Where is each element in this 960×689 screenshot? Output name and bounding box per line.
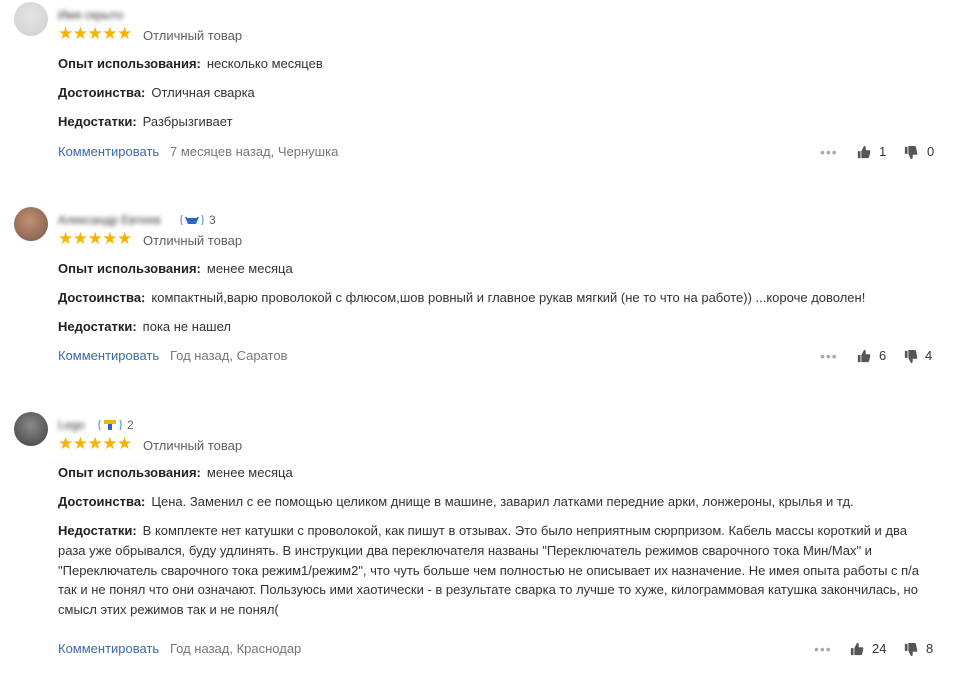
thumbs-down-icon[interactable] xyxy=(904,146,918,160)
thumbs-up-icon[interactable] xyxy=(857,349,871,363)
rating-label: Отличный товар xyxy=(143,233,243,248)
more-dots-icon[interactable]: ••• xyxy=(820,144,838,160)
usage-field: Опыт использования: менее месяца xyxy=(58,463,940,483)
usage-value: менее месяца xyxy=(206,261,293,276)
reviewer-level: 2 xyxy=(127,418,134,432)
pros-field: Достоинства: Отличная сварка xyxy=(58,83,940,103)
reviewer-level: 3 xyxy=(209,213,216,227)
review-card: Александр Евтеев 3 ★★★★★ Отличный товар … xyxy=(0,205,960,375)
like-count: 6 xyxy=(879,348,887,363)
rating-label: Отличный товар xyxy=(143,28,243,43)
pros-field: Достоинства: компактный,варю проволокой с… xyxy=(58,288,940,308)
review-footer: Комментировать Год назад, Краснодар ••• … xyxy=(58,641,940,659)
review-footer: Комментировать Год назад, Саратов ••• 6 … xyxy=(58,348,940,366)
usage-value: менее месяца xyxy=(206,465,293,480)
author-name[interactable]: Имя скрыто xyxy=(58,8,123,22)
cons-field: Недостатки: пока не нашел xyxy=(58,317,940,337)
cons-field: Недостатки: В комплекте нет катушки с про… xyxy=(58,521,920,620)
rating-stars: ★★★★★ xyxy=(58,229,132,248)
rating-stars: ★★★★★ xyxy=(58,434,132,453)
cons-label: Недостатки: xyxy=(58,114,137,129)
dislike-count: 4 xyxy=(925,348,933,363)
review-date-location: Год назад, Краснодар xyxy=(170,641,302,656)
avatar[interactable] xyxy=(14,207,48,241)
pros-value: компактный,варю проволокой с флюсом,шов … xyxy=(151,290,866,305)
pros-label: Достоинства: xyxy=(58,290,146,305)
thumbs-up-icon[interactable] xyxy=(857,145,871,159)
cons-value: Разбрызгивает xyxy=(142,114,233,129)
usage-label: Опыт использования: xyxy=(58,261,201,276)
more-dots-icon[interactable]: ••• xyxy=(814,641,832,657)
cons-field: Недостатки: Разбрызгивает xyxy=(58,112,940,132)
comment-button[interactable]: Комментировать xyxy=(58,348,159,363)
author-name[interactable]: Александр Евтеев xyxy=(58,213,161,227)
cons-label: Недостатки: xyxy=(58,319,137,334)
dislike-count: 8 xyxy=(926,641,934,656)
review-date-location: Год назад, Саратов xyxy=(170,348,288,363)
pros-label: Достоинства: xyxy=(58,85,146,100)
review-card: Имя скрыто ★★★★★ Отличный товар Опыт исп… xyxy=(0,0,960,170)
pros-value: Цена. Заменил с ее помощью целиком днище… xyxy=(151,494,854,509)
usage-label: Опыт использования: xyxy=(58,56,201,71)
cons-label: Недостатки: xyxy=(58,523,137,538)
author-name[interactable]: Lego xyxy=(58,418,85,432)
comment-button[interactable]: Комментировать xyxy=(58,641,159,656)
comment-button[interactable]: Комментировать xyxy=(58,144,159,159)
thumbs-down-icon[interactable] xyxy=(904,350,918,364)
like-count: 24 xyxy=(872,641,887,656)
avatar[interactable] xyxy=(14,412,48,446)
usage-field: Опыт использования: несколько месяцев xyxy=(58,54,940,74)
avatar[interactable] xyxy=(14,2,48,36)
usage-value: несколько месяцев xyxy=(206,56,323,71)
pros-label: Достоинства: xyxy=(58,494,146,509)
rating-label: Отличный товар xyxy=(143,438,243,453)
reviewer-level-badge-icon xyxy=(98,419,122,431)
review-card: Lego 2 ★★★★★ Отличный товар Опыт использ… xyxy=(0,410,960,680)
review-footer: Комментировать 7 месяцев назад, Чернушка… xyxy=(58,144,940,162)
like-count: 1 xyxy=(879,144,887,159)
more-dots-icon[interactable]: ••• xyxy=(820,348,838,364)
cons-value: пока не нашел xyxy=(142,319,231,334)
thumbs-up-icon[interactable] xyxy=(850,642,864,656)
usage-field: Опыт использования: менее месяца xyxy=(58,259,940,279)
cons-value: В комплекте нет катушки с проволокой, ка… xyxy=(58,523,920,618)
thumbs-down-icon[interactable] xyxy=(904,643,918,657)
usage-label: Опыт использования: xyxy=(58,465,201,480)
dislike-count: 0 xyxy=(927,144,935,159)
rating-stars: ★★★★★ xyxy=(58,24,132,43)
reviewer-level-badge-icon xyxy=(180,214,204,226)
pros-field: Достоинства: Цена. Заменил с ее помощью ц… xyxy=(58,492,940,512)
pros-value: Отличная сварка xyxy=(151,85,255,100)
review-date-location: 7 месяцев назад, Чернушка xyxy=(170,144,339,159)
